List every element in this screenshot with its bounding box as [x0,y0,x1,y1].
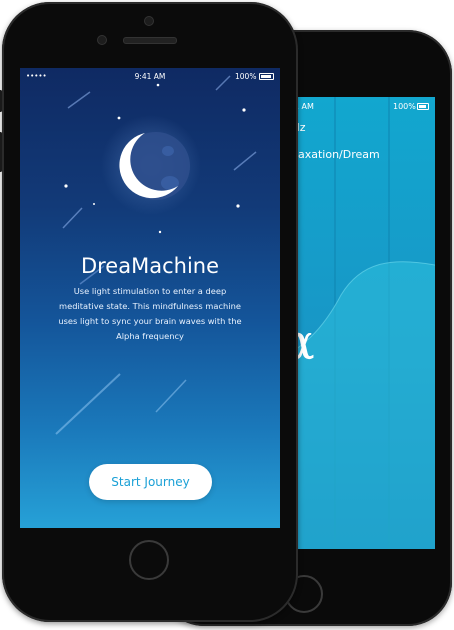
volume-up-button [0,132,2,172]
star-icon [158,230,162,234]
app-description: Use light stimulation to enter a deep me… [58,286,242,341]
home-button [129,540,169,580]
shooting-star [55,373,121,435]
shooting-star [62,207,83,229]
status-bar: ••••• 9:41 AM 100% [20,68,280,84]
star-icon [236,204,240,208]
mute-switch [0,90,2,112]
star-icon [93,203,95,205]
star-icon [117,116,121,120]
star-icon [156,83,160,87]
front-camera-icon [144,16,154,26]
back-battery-icon [417,103,429,110]
front-phone-screen: ••••• 9:41 AM 100% DreaMachine Use light… [20,68,280,528]
battery-icon [259,73,274,80]
earpiece-speaker [123,37,177,44]
star-icon [242,108,246,112]
shooting-star [233,151,257,171]
star-icon [64,184,68,188]
shooting-star [67,91,91,109]
back-wave-visual: α [281,97,435,549]
battery-percent: 100% [235,72,257,81]
back-phone-screen: α 9:41 AM 100% 8 Hz Relaxation/Dream [281,97,435,549]
proximity-sensor-icon [97,35,107,45]
app-title: DreaMachine [80,254,220,278]
back-status-bar: 9:41 AM 100% [281,97,435,117]
start-journey-button[interactable]: Start Journey [89,464,212,500]
shooting-star [155,379,187,413]
front-phone: ••••• 9:41 AM 100% DreaMachine Use light… [0,2,298,622]
back-battery-percent: 100% [393,102,416,111]
